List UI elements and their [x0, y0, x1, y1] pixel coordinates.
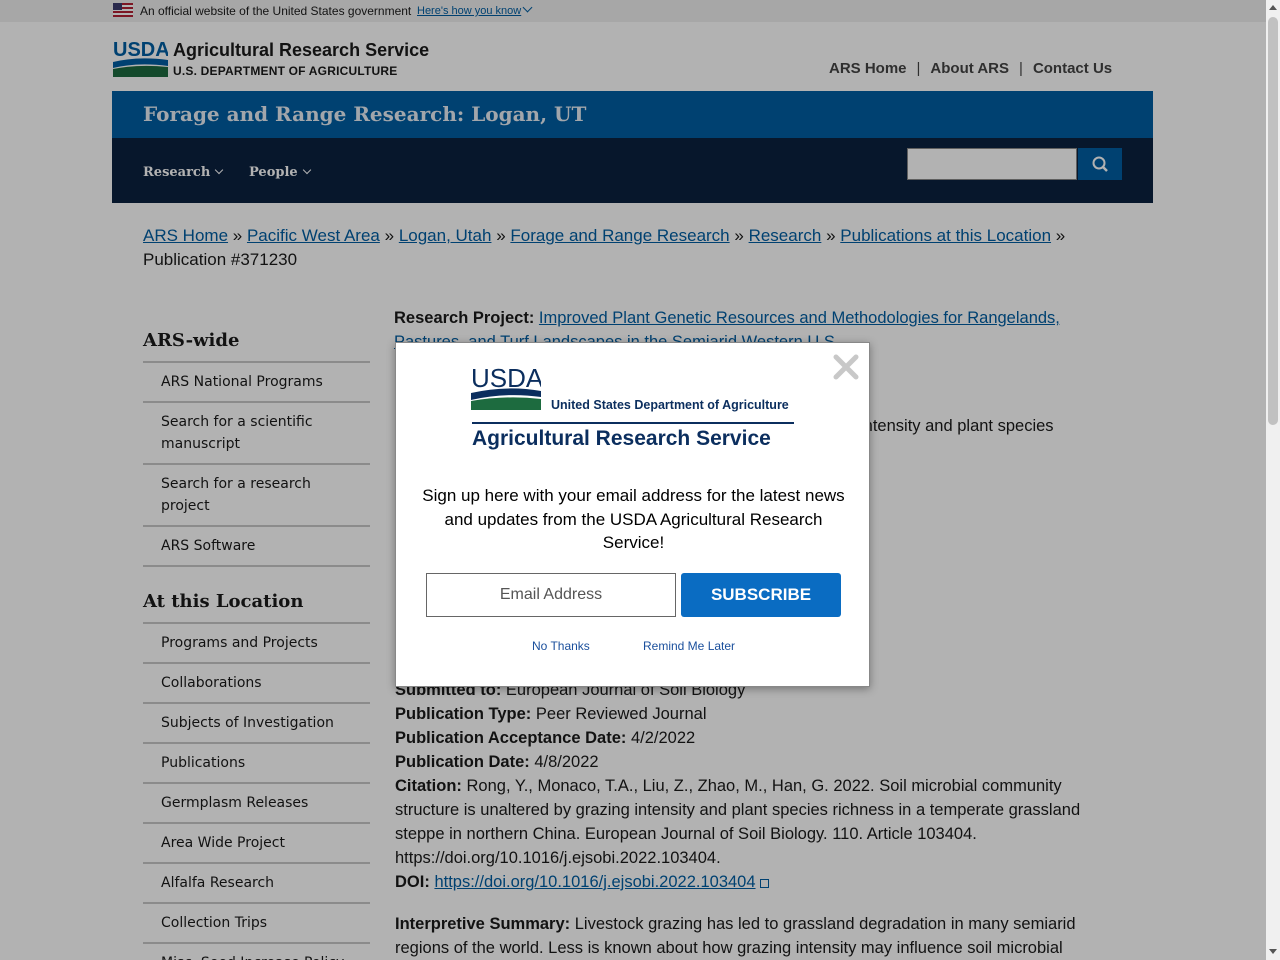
scrollbar[interactable] — [1266, 0, 1280, 960]
remind-later-link[interactable]: Remind Me Later — [643, 639, 735, 653]
scroll-up-icon[interactable] — [1269, 5, 1277, 10]
scroll-thumb[interactable] — [1268, 17, 1278, 425]
no-thanks-link[interactable]: No Thanks — [532, 639, 590, 653]
email-field[interactable] — [426, 573, 676, 617]
email-signup-modal: USDA United States Department of Agricul… — [395, 342, 870, 687]
usda-logo-icon: USDA — [471, 363, 541, 410]
close-icon[interactable] — [831, 352, 861, 382]
modal-department-name: United States Department of Agriculture — [551, 398, 789, 412]
subscribe-button[interactable]: SUBSCRIBE — [681, 573, 841, 617]
modal-agency-name: Agricultural Research Service — [472, 427, 771, 450]
modal-divider — [472, 422, 794, 424]
scroll-down-icon[interactable] — [1269, 949, 1277, 954]
modal-message: Sign up here with your email address for… — [422, 486, 845, 552]
